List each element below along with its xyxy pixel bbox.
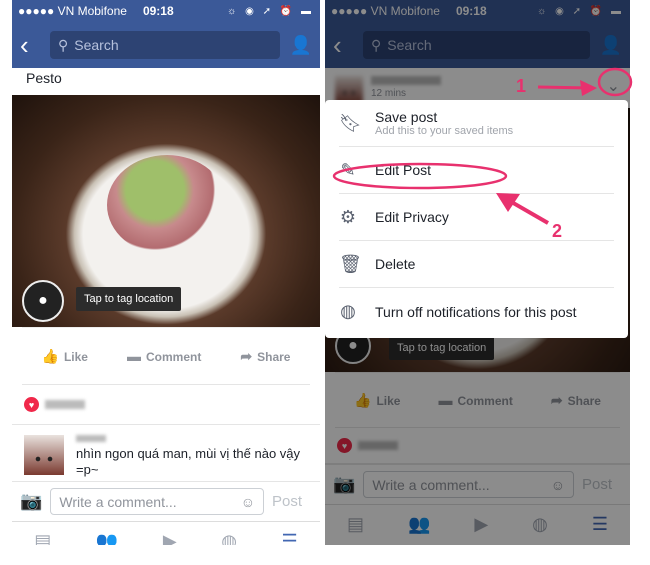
highlight-ellipse-edit-post	[332, 162, 508, 190]
step-1-label: 1	[516, 76, 527, 96]
annotation-layer	[332, 67, 633, 225]
arrow-2	[507, 198, 549, 225]
arrow-2-head	[496, 193, 520, 212]
step-2-label: 2	[552, 221, 563, 241]
arrow-1-head	[580, 80, 597, 96]
highlight-circle-chevron	[597, 67, 633, 97]
